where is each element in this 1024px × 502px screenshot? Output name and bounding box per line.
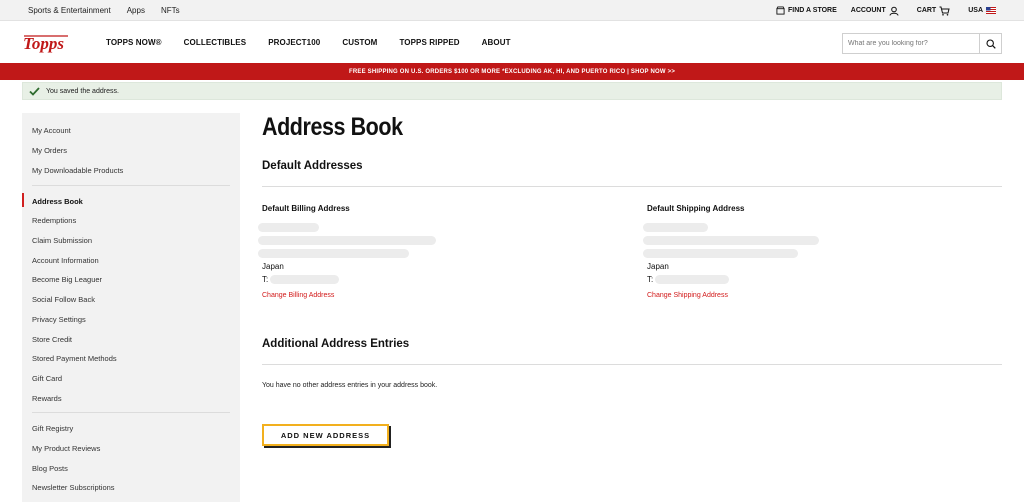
sidebar-item-gift-card[interactable]: Gift Card [32,374,62,383]
shipping-phone-label: T: [647,275,654,284]
sidebar-divider [32,185,230,186]
success-message: You saved the address. [22,82,1002,100]
sidebar-item-product-reviews[interactable]: My Product Reviews [32,444,100,453]
section-divider [262,364,1002,365]
region-label: USA [968,7,983,14]
redacted-phone [270,275,339,284]
billing-address-heading: Default Billing Address [262,204,350,213]
sidebar-item-privacy-settings[interactable]: Privacy Settings [32,315,86,324]
sidebar-item-become-big-leaguer[interactable]: Become Big Leaguer [32,275,102,284]
default-addresses-heading: Default Addresses [262,160,363,172]
shipping-country: Japan [647,262,669,271]
account-label: ACCOUNT [850,7,886,14]
success-text: You saved the address. [46,87,119,95]
link-apps[interactable]: Apps [127,6,145,15]
redacted-street [258,236,436,245]
sidebar-item-downloadable-products[interactable]: My Downloadable Products [32,166,123,175]
redacted-city [643,249,798,258]
cart-icon [939,6,950,16]
sidebar-item-my-orders[interactable]: My Orders [32,146,67,155]
nav-about[interactable]: ABOUT [482,38,511,47]
sidebar-item-claim-submission[interactable]: Claim Submission [32,236,92,245]
nav-topps-now[interactable]: TOPPS NOW® [106,38,162,47]
store-icon [776,6,785,15]
redacted-name [643,223,708,232]
additional-addresses-heading: Additional Address Entries [262,338,410,350]
find-store-label: FIND A STORE [788,7,837,14]
page-title: Address Book [262,113,403,141]
sidebar-item-gift-registry[interactable]: Gift Registry [32,424,73,433]
logo-text: Topps [23,34,64,53]
redacted-street [643,236,819,245]
add-new-address-button[interactable]: ADD NEW ADDRESS [262,424,389,446]
account-link[interactable]: ACCOUNT [851,6,899,16]
find-store-link[interactable]: FIND A STORE [776,6,837,15]
main-nav: TOPPS NOW® COLLECTIBLES PROJECT100 CUSTO… [106,21,533,63]
cart-label: CART [916,7,937,14]
sidebar-item-blog-posts[interactable]: Blog Posts [32,464,68,473]
nav-custom[interactable]: CUSTOM [342,38,377,47]
search-box [842,33,1002,54]
topps-logo[interactable]: Topps [22,33,70,53]
search-input[interactable] [842,33,980,54]
sidebar-item-social-follow-back[interactable]: Social Follow Back [32,295,95,304]
checkmark-icon [29,86,40,96]
site-header: Topps TOPPS NOW® COLLECTIBLES PROJECT100… [0,21,1024,63]
billing-country: Japan [262,262,284,271]
nav-topps-ripped[interactable]: TOPPS RIPPED [399,38,459,47]
sidebar-item-address-book[interactable]: Address Book [32,197,83,206]
us-flag-icon [986,7,996,14]
user-icon [889,6,899,16]
redacted-name [258,223,319,232]
sidebar-divider [32,412,230,413]
utility-bar: Sports & Entertainment Apps NFTs FIND A … [0,0,1024,21]
search-button[interactable] [979,33,1002,54]
cart-link[interactable]: CART [917,6,950,16]
change-shipping-address-link[interactable]: Change Shipping Address [647,292,728,299]
sidebar-active-indicator [22,193,24,207]
link-sports-entertainment[interactable]: Sports & Entertainment [28,6,111,15]
sidebar-item-redemptions[interactable]: Redemptions [32,216,76,225]
utility-links: Sports & Entertainment Apps NFTs [28,0,180,21]
sidebar-item-rewards[interactable]: Rewards [32,394,62,403]
promo-text: FREE SHIPPING ON U.S. ORDERS $100 OR MOR… [348,68,676,75]
sidebar-item-account-information[interactable]: Account Information [32,256,99,265]
nav-project100[interactable]: PROJECT100 [268,38,320,47]
redacted-city [258,249,409,258]
sidebar-item-store-credit[interactable]: Store Credit [32,335,72,344]
search-icon [985,38,996,49]
link-nfts[interactable]: NFTs [161,6,180,15]
billing-phone-label: T: [262,275,269,284]
promo-banner[interactable]: FREE SHIPPING ON U.S. ORDERS $100 OR MOR… [0,63,1024,80]
sidebar-item-my-account[interactable]: My Account [32,126,71,135]
no-addresses-message: You have no other address entries in you… [262,382,438,389]
region-selector[interactable]: USA [968,7,996,14]
account-sidebar: My Account My Orders My Downloadable Pro… [22,113,240,502]
section-divider [262,186,1002,187]
redacted-phone [655,275,729,284]
sidebar-item-stored-payment-methods[interactable]: Stored Payment Methods [32,354,117,363]
change-billing-address-link[interactable]: Change Billing Address [262,292,334,299]
nav-collectibles[interactable]: COLLECTIBLES [184,38,247,47]
sidebar-item-newsletter-subscriptions[interactable]: Newsletter Subscriptions [32,483,115,492]
utility-actions: FIND A STORE ACCOUNT CART USA [776,0,996,21]
shipping-address-heading: Default Shipping Address [647,204,745,213]
